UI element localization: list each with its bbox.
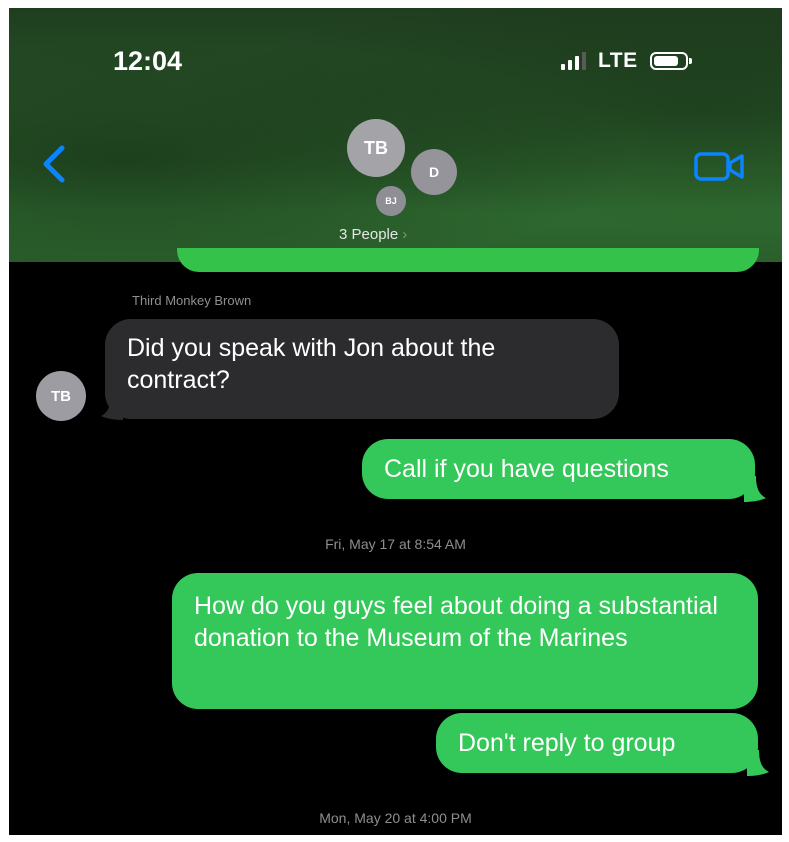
sent-message-bubble[interactable]: How do you guys feel about doing a subst… xyxy=(172,573,758,709)
sender-avatar[interactable]: TB xyxy=(36,371,86,421)
cellular-signal-icon xyxy=(561,52,586,70)
conversation-header: 12:04 LTE TB D BJ 3 People › xyxy=(9,8,782,262)
status-indicators: LTE xyxy=(561,48,692,74)
previous-sent-bubble xyxy=(177,248,759,272)
group-info-button[interactable]: 3 People › xyxy=(339,226,469,243)
messages-screen: 12:04 LTE TB D BJ 3 People › Third Monkey… xyxy=(9,8,782,835)
video-camera-icon[interactable] xyxy=(693,148,747,184)
status-time: 12:04 xyxy=(113,46,183,76)
chevron-left-icon[interactable] xyxy=(35,142,75,186)
timestamp: Fri, May 17 at 8:54 AM xyxy=(325,536,466,552)
sent-message-bubble[interactable]: Don't reply to group xyxy=(436,713,758,773)
chevron-right-icon: › xyxy=(402,226,408,243)
received-message-bubble[interactable]: Did you speak with Jon about the contrac… xyxy=(105,319,619,419)
battery-icon xyxy=(649,52,692,70)
avatar-tb[interactable]: TB xyxy=(347,119,405,177)
avatar-d[interactable]: D xyxy=(411,149,457,195)
avatar-bj[interactable]: BJ xyxy=(376,186,406,216)
sent-message-bubble[interactable]: Call if you have questions xyxy=(362,439,755,499)
network-type: LTE xyxy=(598,49,638,72)
timestamp: Mon, May 20 at 4:00 PM xyxy=(319,810,472,826)
group-label: 3 People xyxy=(339,226,399,243)
sender-name: Third Monkey Brown xyxy=(132,293,252,308)
